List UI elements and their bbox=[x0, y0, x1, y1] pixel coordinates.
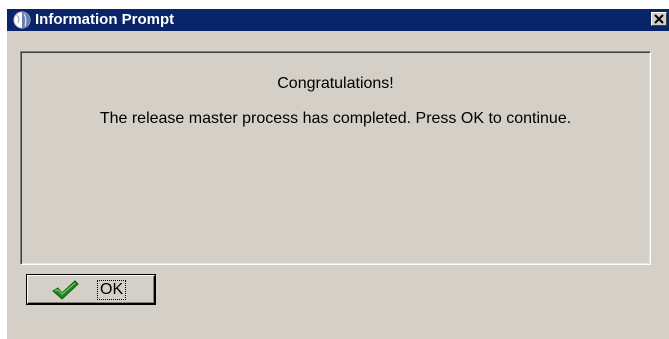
checkmark-icon bbox=[50, 279, 80, 301]
dialog-title: Information Prompt bbox=[35, 11, 175, 28]
ok-button[interactable]: OK bbox=[27, 275, 155, 304]
message-panel: Congratulations! The release master proc… bbox=[20, 51, 651, 265]
information-prompt-dialog: Information Prompt Congratulations! The … bbox=[6, 8, 669, 339]
ok-button-label: OK bbox=[96, 280, 127, 300]
close-icon bbox=[654, 14, 664, 24]
globe-icon bbox=[13, 11, 31, 29]
message-heading: Congratulations! bbox=[277, 75, 394, 92]
close-button[interactable] bbox=[651, 12, 667, 26]
title-bar[interactable]: Information Prompt bbox=[7, 9, 669, 31]
message-text: The release master process has completed… bbox=[99, 110, 572, 127]
